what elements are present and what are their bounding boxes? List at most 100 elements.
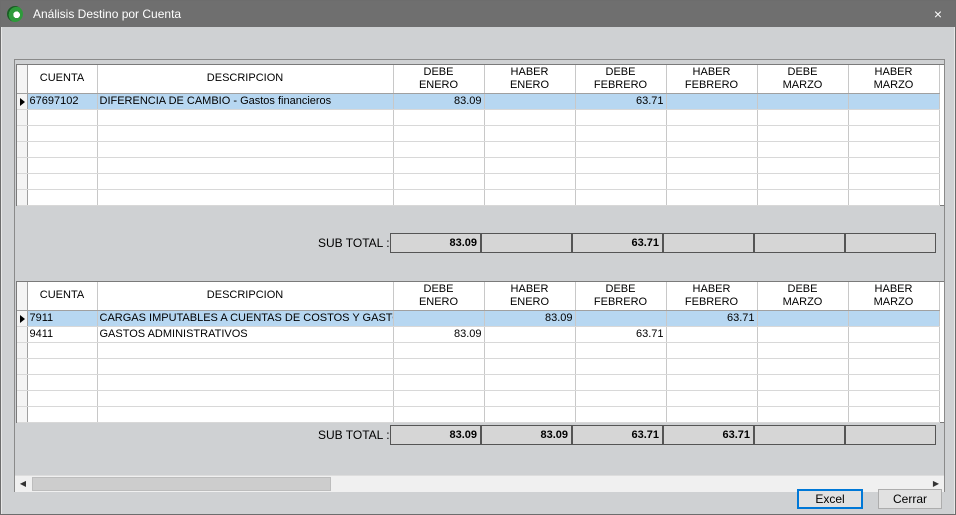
cell-debe-marzo[interactable] <box>757 358 849 375</box>
table-row[interactable] <box>17 406 940 423</box>
header-col-haber-marzo[interactable]: HABER MARZO <box>848 65 940 94</box>
table-row[interactable] <box>17 109 940 126</box>
cell-debe-febrero[interactable] <box>575 125 667 142</box>
cerrar-button[interactable]: Cerrar <box>878 489 942 509</box>
cell-debe-enero[interactable] <box>393 310 485 327</box>
cell-haber-enero[interactable] <box>484 406 576 423</box>
cell-debe-enero[interactable]: 83.09 <box>393 93 485 110</box>
row-indicator[interactable] <box>17 326 28 343</box>
row-indicator[interactable] <box>17 141 28 158</box>
cell-debe-enero[interactable] <box>393 358 485 375</box>
cell-haber-febrero[interactable] <box>666 406 758 423</box>
table-row[interactable] <box>17 390 940 407</box>
row-indicator[interactable] <box>17 189 28 206</box>
cell-cuenta[interactable] <box>27 189 98 206</box>
cell-haber-marzo[interactable] <box>848 157 940 174</box>
row-indicator[interactable] <box>17 342 28 359</box>
header-col-descripcion[interactable]: DESCRIPCION <box>97 282 394 311</box>
cell-debe-febrero[interactable] <box>575 189 667 206</box>
cell-haber-marzo[interactable] <box>848 390 940 407</box>
cell-haber-febrero[interactable] <box>666 141 758 158</box>
cell-haber-febrero[interactable] <box>666 173 758 190</box>
header-col-debe-marzo[interactable]: DEBE MARZO <box>757 282 849 311</box>
table-row[interactable] <box>17 157 940 174</box>
table-row[interactable] <box>17 141 940 158</box>
cell-haber-febrero[interactable] <box>666 390 758 407</box>
cell-descripcion[interactable] <box>97 374 394 391</box>
cell-debe-febrero[interactable] <box>575 406 667 423</box>
cell-haber-enero[interactable] <box>484 109 576 126</box>
cell-debe-febrero[interactable] <box>575 310 667 327</box>
cell-cuenta[interactable] <box>27 390 98 407</box>
row-indicator[interactable] <box>17 125 28 142</box>
cell-debe-febrero[interactable]: 63.71 <box>575 326 667 343</box>
header-col-haber-enero[interactable]: HABER ENERO <box>484 282 576 311</box>
header-col-haber-enero[interactable]: HABER ENERO <box>484 65 576 94</box>
cell-cuenta[interactable] <box>27 109 98 126</box>
cell-haber-febrero[interactable]: 63.71 <box>666 310 758 327</box>
cell-debe-marzo[interactable] <box>757 374 849 391</box>
cell-cuenta[interactable]: 9411 <box>27 326 98 343</box>
cell-haber-marzo[interactable] <box>848 173 940 190</box>
cell-cuenta[interactable] <box>27 141 98 158</box>
header-col-debe-enero[interactable]: DEBE ENERO <box>393 282 485 311</box>
cell-haber-marzo[interactable] <box>848 141 940 158</box>
cell-haber-enero[interactable] <box>484 342 576 359</box>
row-indicator[interactable] <box>17 358 28 375</box>
cell-haber-enero[interactable] <box>484 173 576 190</box>
cell-haber-febrero[interactable] <box>666 326 758 343</box>
table-row[interactable]: 7911 CARGAS IMPUTABLES A CUENTAS DE COSTO… <box>17 310 940 327</box>
cell-debe-marzo[interactable] <box>757 173 849 190</box>
cell-debe-enero[interactable] <box>393 141 485 158</box>
cell-cuenta[interactable] <box>27 342 98 359</box>
cell-cuenta[interactable] <box>27 406 98 423</box>
table-row[interactable]: 67697102 DIFERENCIA DE CAMBIO - Gastos fi… <box>17 93 940 110</box>
cell-cuenta[interactable]: 7911 <box>27 310 98 327</box>
cell-haber-marzo[interactable] <box>848 109 940 126</box>
header-col-haber-febrero[interactable]: HABER FEBRERO <box>666 65 758 94</box>
cell-haber-febrero[interactable] <box>666 109 758 126</box>
header-col-haber-febrero[interactable]: HABER FEBRERO <box>666 282 758 311</box>
cell-haber-enero[interactable] <box>484 390 576 407</box>
table-row[interactable] <box>17 125 940 142</box>
cell-haber-enero[interactable] <box>484 374 576 391</box>
cell-descripcion[interactable] <box>97 406 394 423</box>
cell-descripcion[interactable] <box>97 189 394 206</box>
cell-debe-enero[interactable] <box>393 390 485 407</box>
cell-haber-marzo[interactable] <box>848 342 940 359</box>
cell-debe-enero[interactable] <box>393 173 485 190</box>
row-pointer-icon[interactable] <box>17 93 28 110</box>
cell-debe-marzo[interactable] <box>757 342 849 359</box>
table-row[interactable] <box>17 374 940 391</box>
cell-descripcion[interactable]: GASTOS ADMINISTRATIVOS <box>97 326 394 343</box>
cell-debe-marzo[interactable] <box>757 326 849 343</box>
cell-descripcion[interactable] <box>97 141 394 158</box>
cell-debe-febrero[interactable] <box>575 358 667 375</box>
cell-haber-enero[interactable] <box>484 141 576 158</box>
header-col-cuenta[interactable]: CUENTA <box>27 282 98 311</box>
excel-button[interactable]: Excel <box>797 489 863 509</box>
cell-debe-marzo[interactable] <box>757 310 849 327</box>
cell-debe-enero[interactable] <box>393 189 485 206</box>
header-col-cuenta[interactable]: CUENTA <box>27 65 98 94</box>
cell-haber-marzo[interactable] <box>848 358 940 375</box>
cell-haber-febrero[interactable] <box>666 157 758 174</box>
header-col-debe-febrero[interactable]: DEBE FEBRERO <box>575 65 667 94</box>
table-row[interactable]: 9411 GASTOS ADMINISTRATIVOS 83.09 63.71 <box>17 326 940 343</box>
cell-debe-marzo[interactable] <box>757 390 849 407</box>
header-col-debe-febrero[interactable]: DEBE FEBRERO <box>575 282 667 311</box>
cell-cuenta[interactable] <box>27 157 98 174</box>
cell-haber-marzo[interactable] <box>848 374 940 391</box>
table-row[interactable] <box>17 173 940 190</box>
cell-debe-marzo[interactable] <box>757 157 849 174</box>
cell-debe-febrero[interactable] <box>575 342 667 359</box>
cell-haber-enero[interactable] <box>484 93 576 110</box>
cell-descripcion[interactable] <box>97 358 394 375</box>
cell-descripcion[interactable] <box>97 157 394 174</box>
cell-debe-febrero[interactable]: 63.71 <box>575 93 667 110</box>
cell-debe-febrero[interactable] <box>575 390 667 407</box>
cell-haber-febrero[interactable] <box>666 189 758 206</box>
cell-descripcion[interactable]: DIFERENCIA DE CAMBIO - Gastos financiero… <box>97 93 394 110</box>
cell-haber-enero[interactable]: 83.09 <box>484 310 576 327</box>
cell-debe-marzo[interactable] <box>757 406 849 423</box>
